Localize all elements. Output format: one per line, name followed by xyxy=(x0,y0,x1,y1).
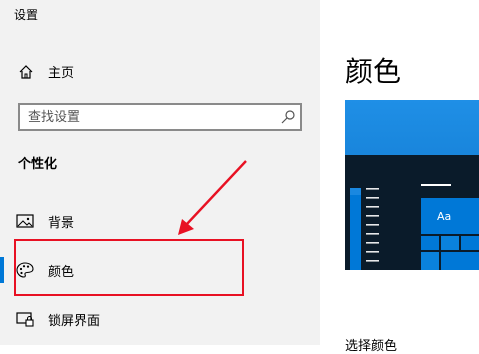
section-heading: 个性化 xyxy=(18,157,58,172)
annotation-arrow xyxy=(178,160,247,235)
sidebar-item-label: 背景 xyxy=(48,216,75,231)
image-icon xyxy=(16,214,34,228)
page-title: 颜色 xyxy=(345,55,402,88)
sidebar-item-label: 主页 xyxy=(48,66,75,81)
search-icon[interactable] xyxy=(280,109,296,125)
search-box[interactable] xyxy=(18,103,302,131)
sidebar-item-lock-screen[interactable]: 锁屏界面 xyxy=(0,305,320,333)
sidebar-item-home[interactable]: 主页 xyxy=(0,58,320,84)
color-preview: Aa xyxy=(345,100,479,285)
annotation-highlight-box xyxy=(14,239,244,296)
lock-screen-icon xyxy=(16,312,34,327)
preview-tile-label: Aa xyxy=(437,210,451,223)
app-title: 设置 xyxy=(14,8,39,22)
search-input[interactable] xyxy=(28,108,278,126)
sidebar-item-label: 锁屏界面 xyxy=(48,314,101,329)
sidebar-item-background[interactable]: 背景 xyxy=(0,207,320,235)
home-icon xyxy=(19,65,33,79)
